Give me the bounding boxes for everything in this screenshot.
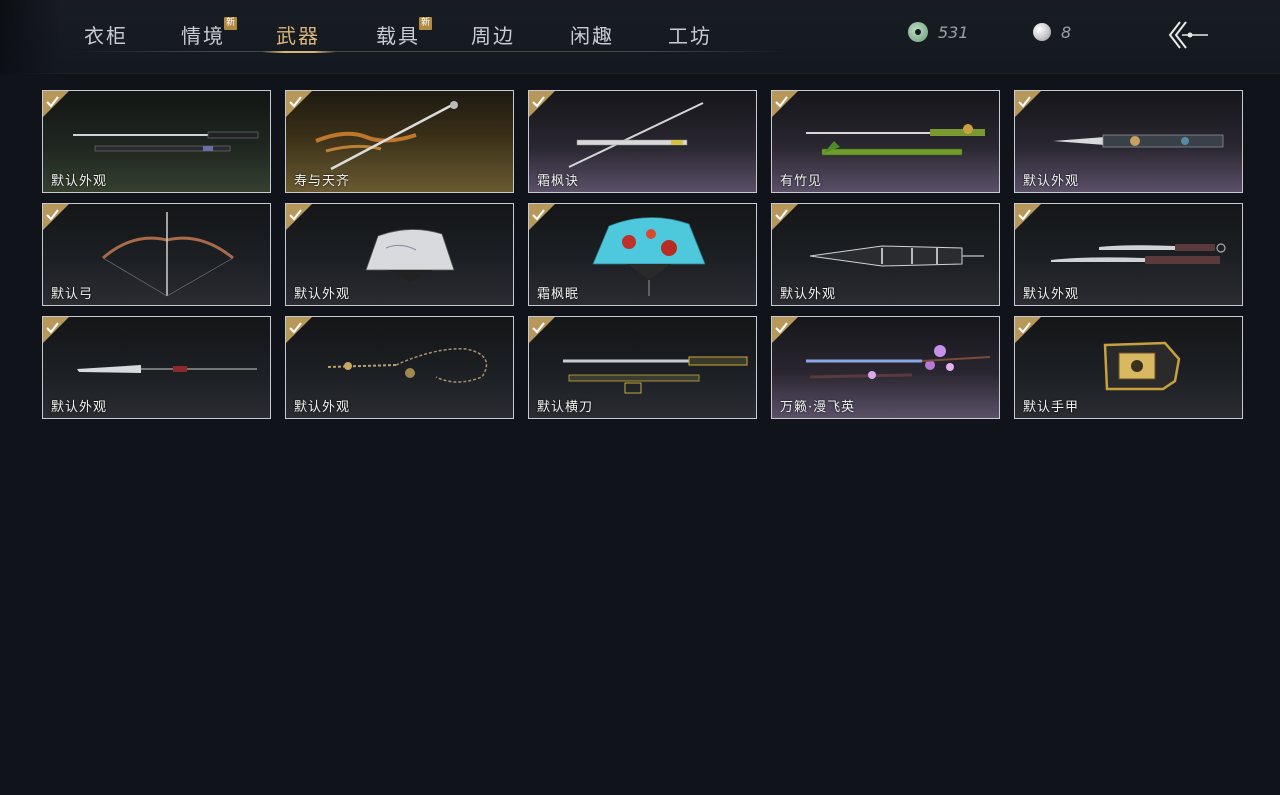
weapon-card[interactable]: 默认外观 bbox=[1014, 90, 1243, 193]
owned-check-icon bbox=[43, 317, 69, 343]
weapon-card[interactable]: 默认外观 bbox=[285, 203, 514, 306]
owned-check-icon bbox=[43, 91, 69, 117]
new-badge: 新 bbox=[224, 17, 237, 30]
item-label: 默认手甲 bbox=[1023, 400, 1080, 415]
owned-check-icon bbox=[286, 91, 312, 117]
item-label: 默认外观 bbox=[51, 400, 108, 415]
tab-label: 衣柜 bbox=[84, 24, 128, 48]
owned-check-icon bbox=[43, 204, 69, 230]
weapon-card[interactable]: 默认外观 bbox=[1014, 203, 1243, 306]
weapon-card[interactable]: 默认外观 bbox=[42, 90, 271, 193]
owned-check-icon bbox=[772, 91, 798, 117]
pearl-currency[interactable]: 8 bbox=[1033, 21, 1071, 43]
owned-check-icon bbox=[286, 317, 312, 343]
weapon-card[interactable]: 默认弓 bbox=[42, 203, 271, 306]
item-label: 霜枫眠 bbox=[537, 287, 580, 302]
owned-check-icon bbox=[529, 91, 555, 117]
item-label: 默认外观 bbox=[1023, 287, 1080, 302]
owned-check-icon bbox=[772, 317, 798, 343]
weapon-card[interactable]: 默认外观 bbox=[771, 203, 1000, 306]
owned-check-icon bbox=[1015, 317, 1041, 343]
top-navigation-bar: 衣柜 情境 新 武器 载具 新 周边 闲趣 工坊 531 8 bbox=[0, 0, 1280, 74]
owned-check-icon bbox=[1015, 204, 1041, 230]
weapon-card[interactable]: 有竹见 bbox=[771, 90, 1000, 193]
tabs-divider bbox=[70, 51, 790, 52]
item-label: 有竹见 bbox=[780, 174, 823, 189]
pearl-amount: 8 bbox=[1061, 22, 1072, 42]
new-badge: 新 bbox=[419, 17, 432, 30]
tab-label: 情境 bbox=[181, 24, 225, 48]
tab-leisure[interactable]: 闲趣 bbox=[570, 20, 614, 50]
jade-currency[interactable]: 531 bbox=[908, 21, 969, 43]
item-label: 默认外观 bbox=[51, 174, 108, 189]
owned-check-icon bbox=[1015, 91, 1041, 117]
weapon-card[interactable]: 霜枫诀 bbox=[528, 90, 757, 193]
item-label: 万籁·漫飞英 bbox=[780, 400, 856, 415]
tab-label: 工坊 bbox=[668, 24, 712, 48]
weapon-card[interactable]: 万籁·漫飞英 bbox=[771, 316, 1000, 419]
item-label: 默认外观 bbox=[294, 287, 351, 302]
tab-scenes[interactable]: 情境 新 bbox=[181, 17, 237, 50]
pearl-icon bbox=[1033, 23, 1051, 41]
owned-check-icon bbox=[286, 204, 312, 230]
weapon-card[interactable]: 寿与天齐 bbox=[285, 90, 514, 193]
owned-check-icon bbox=[529, 317, 555, 343]
item-label: 默认外观 bbox=[294, 400, 351, 415]
tab-wardrobe[interactable]: 衣柜 bbox=[84, 20, 128, 50]
weapon-card[interactable]: 默认手甲 bbox=[1014, 316, 1243, 419]
item-label: 默认横刀 bbox=[537, 400, 594, 415]
tab-workshop[interactable]: 工坊 bbox=[668, 20, 712, 50]
tab-label: 周边 bbox=[471, 24, 515, 48]
weapon-skin-grid: 默认外观 寿与天齐 霜枫诀 有竹见 默认外观 默认弓 默认外观 霜枫眠 默认外观… bbox=[42, 90, 1244, 420]
back-arrow-icon bbox=[1168, 21, 1208, 49]
category-tabs: 衣柜 情境 新 武器 载具 新 周边 闲趣 工坊 bbox=[60, 0, 790, 72]
weapon-card[interactable]: 霜枫眠 bbox=[528, 203, 757, 306]
item-label: 默认外观 bbox=[1023, 174, 1080, 189]
tab-label: 闲趣 bbox=[570, 24, 614, 48]
jade-amount: 531 bbox=[938, 22, 969, 42]
weapon-card[interactable]: 默认横刀 bbox=[528, 316, 757, 419]
owned-check-icon bbox=[529, 204, 555, 230]
back-button[interactable] bbox=[1166, 18, 1210, 52]
item-label: 寿与天齐 bbox=[294, 174, 351, 189]
tab-vehicles[interactable]: 载具 新 bbox=[376, 17, 432, 50]
active-tab-underline bbox=[262, 51, 336, 53]
item-label: 霜枫诀 bbox=[537, 174, 580, 189]
item-label: 默认外观 bbox=[780, 287, 837, 302]
item-label: 默认弓 bbox=[51, 287, 94, 302]
tab-weapons[interactable]: 武器 bbox=[262, 20, 336, 53]
tab-label: 武器 bbox=[276, 24, 320, 48]
jade-coin-icon bbox=[908, 22, 928, 42]
tab-label: 载具 bbox=[376, 24, 420, 48]
weapon-card[interactable]: 默认外观 bbox=[285, 316, 514, 419]
tab-surroundings[interactable]: 周边 bbox=[471, 20, 515, 50]
owned-check-icon bbox=[772, 204, 798, 230]
weapon-card[interactable]: 默认外观 bbox=[42, 316, 271, 419]
